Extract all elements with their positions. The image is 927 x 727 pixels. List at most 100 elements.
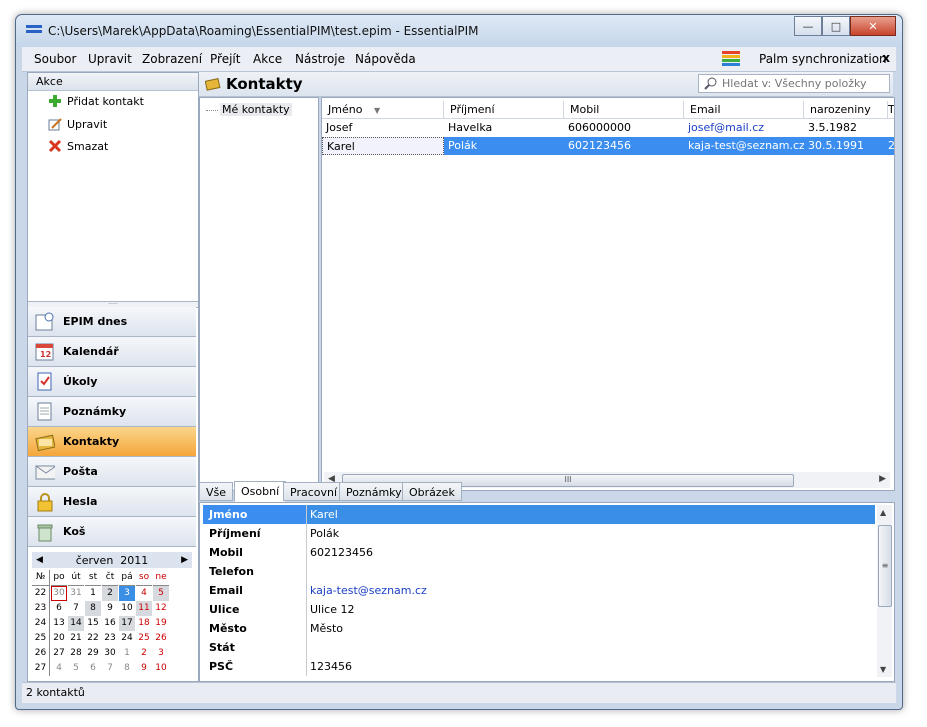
calendar-day[interactable]: 1 [119,646,135,661]
calendar-day[interactable]: 9 [136,661,152,676]
action-delete[interactable]: Smazat [48,139,108,153]
nav-posta[interactable]: Pošta [28,457,196,487]
close-window-button[interactable]: ✕ [850,16,896,36]
calendar-day[interactable]: 17 [119,616,135,631]
calendar-day[interactable]: 5 [153,586,169,601]
search-box[interactable] [698,74,890,93]
scroll-down-icon[interactable]: ▼ [880,665,886,674]
calendar-day[interactable]: 27 [51,646,67,661]
action-add-contact[interactable]: Přidat kontakt [48,94,144,108]
detail-row-city[interactable]: Město Město [203,619,875,638]
calendar-day[interactable]: 3 [119,586,135,601]
calendar-day[interactable]: 16 [102,616,118,631]
calendar-day[interactable]: 20 [51,631,67,646]
calendar-day[interactable]: 31 [68,586,84,601]
calendar-day[interactable]: 8 [119,661,135,676]
tree-item-my-contacts[interactable]: Mé kontakty [206,103,292,116]
calendar-day[interactable]: 18 [136,616,152,631]
nav-kontakty[interactable]: Kontakty [28,427,196,457]
calendar-day[interactable]: 6 [85,661,101,676]
calendar-day[interactable]: 1 [85,586,101,601]
tab-obrazek[interactable]: Obrázek [402,482,462,501]
detail-row-country[interactable]: Stát [203,638,875,657]
nav-poznamky[interactable]: Poznámky [28,397,196,427]
menu-upravit[interactable]: Upravit [88,52,132,66]
calendar-day[interactable]: 23 [102,631,118,646]
calendar-day[interactable]: 4 [136,586,152,601]
column-header-birthday[interactable]: narozeniny [804,101,888,119]
close-palm-bar-button[interactable]: x [882,51,890,65]
vertical-scrollbar[interactable]: ▲ ≡ ▼ [877,505,892,677]
detail-row-last-name[interactable]: Příjmení Polák [203,524,875,543]
menu-zobrazeni[interactable]: Zobrazení [142,52,202,66]
tab-poznamky[interactable]: Poznámky [339,482,409,501]
menu-nastroje[interactable]: Nástroje [295,52,345,66]
cell-email-link[interactable]: josef@mail.cz [684,119,804,137]
menu-soubor[interactable]: Soubor [34,52,76,66]
column-header-extra[interactable]: T [888,101,894,119]
menu-napoveda[interactable]: Nápověda [355,52,416,66]
calendar-day[interactable]: 15 [85,616,101,631]
calendar-day[interactable]: 25 [136,631,152,646]
calendar-day[interactable]: 28 [68,646,84,661]
calendar-day[interactable]: 8 [85,601,101,616]
minimize-button[interactable]: — [794,16,822,36]
calendar-day[interactable]: 29 [85,646,101,661]
title-bar[interactable]: C:\Users\Marek\AppData\Roaming\Essential… [16,15,902,47]
menu-akce[interactable]: Akce [253,52,282,66]
scrollbar-thumb[interactable]: ≡ [878,525,892,607]
nav-kos[interactable]: Koš [28,517,196,547]
nav-hesla[interactable]: Hesla [28,487,196,517]
calendar-day[interactable]: 21 [68,631,84,646]
menu-prejit[interactable]: Přejít [210,52,240,66]
calendar-month-year[interactable]: červen 2011 [76,554,149,567]
scroll-up-icon[interactable]: ▲ [880,508,886,517]
detail-row-street[interactable]: Ulice Ulice 12 [203,600,875,619]
nav-kalendar[interactable]: 12 Kalendář [28,337,196,367]
calendar-day[interactable]: 10 [153,661,169,676]
detail-row-first-name[interactable]: Jméno Karel [203,505,875,524]
column-header-first-name[interactable]: Jméno ▼ [322,101,444,119]
maximize-button[interactable]: □ [822,16,850,36]
calendar-prev-button[interactable]: ◀ [36,555,43,565]
calendar-day[interactable]: 14 [68,616,84,631]
calendar-day[interactable]: 12 [153,601,169,616]
calendar-next-button[interactable]: ▶ [181,555,188,565]
detail-row-zip[interactable]: PSČ 123456 [203,657,875,676]
detail-row-email[interactable]: Email kaja-test@seznam.cz [203,581,875,600]
calendar-day[interactable]: 26 [153,631,169,646]
calendar-day[interactable]: 4 [51,661,67,676]
calendar-day[interactable]: 5 [68,661,84,676]
calendar-day[interactable]: 3 [153,646,169,661]
calendar-day[interactable]: 9 [102,601,118,616]
nav-epim-dnes[interactable]: EPIM dnes [28,307,196,337]
column-header-last-name[interactable]: Příjmení [444,101,564,119]
calendar-day[interactable]: 13 [51,616,67,631]
calendar-day[interactable]: 10 [119,601,135,616]
detail-email-link[interactable]: kaja-test@seznam.cz [310,581,427,600]
search-input[interactable] [722,76,882,91]
cell-email-link[interactable]: kaja-test@seznam.cz [684,137,804,155]
nav-ukoly[interactable]: Úkoly [28,367,196,397]
calendar-day[interactable]: 2 [136,646,152,661]
calendar-day[interactable]: 2 [102,586,118,601]
calendar-day[interactable]: 24 [119,631,135,646]
column-header-mobile[interactable]: Mobil [564,101,684,119]
table-row[interactable]: Karel Polák 602123456 kaja-test@seznam.c… [322,137,894,155]
detail-row-phone[interactable]: Telefon [203,562,875,581]
table-row[interactable]: Josef Havelka 606000000 josef@mail.cz 3.… [322,119,894,137]
calendar-day[interactable]: 7 [68,601,84,616]
column-header-email[interactable]: Email [684,101,804,119]
calendar-day[interactable]: 6 [51,601,67,616]
palm-sync-button[interactable]: Palm synchronization [759,52,887,66]
detail-row-mobile[interactable]: Mobil 602123456 [203,543,875,562]
calendar-day[interactable]: 19 [153,616,169,631]
tab-pracovni[interactable]: Pracovní [283,482,345,501]
calendar-day[interactable]: 11 [136,601,152,616]
tab-osobni[interactable]: Osobní [234,481,287,502]
calendar-day[interactable]: 30 [102,646,118,661]
tab-vse[interactable]: Vše [199,482,234,501]
calendar-day[interactable]: 30 [51,586,67,601]
calendar-day[interactable]: 22 [85,631,101,646]
action-edit[interactable]: Upravit [48,117,107,131]
